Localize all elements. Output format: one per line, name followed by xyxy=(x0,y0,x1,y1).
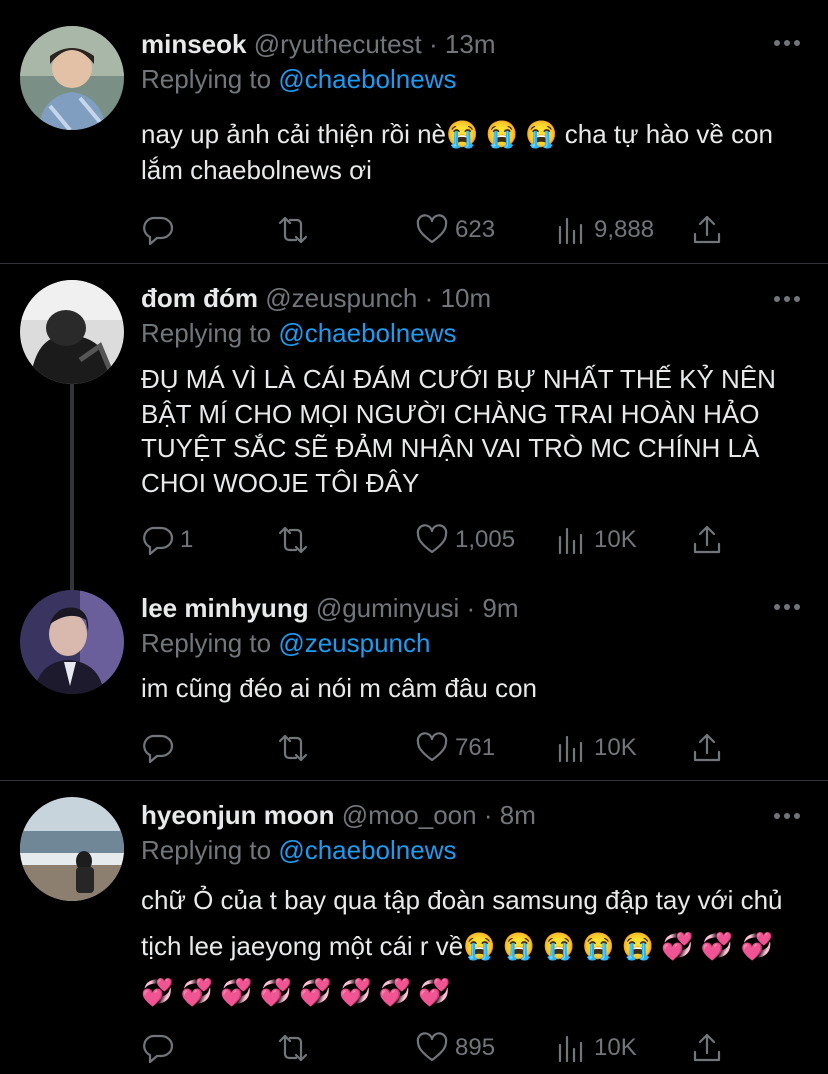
reply-button[interactable] xyxy=(140,1030,180,1066)
like-button[interactable]: 1,005 xyxy=(415,522,515,558)
reply-icon xyxy=(143,526,174,556)
user-handle[interactable]: @zeuspunch xyxy=(265,283,417,313)
avatar[interactable] xyxy=(20,797,124,901)
view-count: 10K xyxy=(594,1034,637,1061)
reply-button[interactable] xyxy=(140,730,180,766)
replying-label: Replying to xyxy=(141,835,272,865)
view-count: 9,888 xyxy=(594,216,655,243)
retweet-button[interactable] xyxy=(276,1030,310,1066)
views-button[interactable]: 10K xyxy=(554,522,637,558)
display-name[interactable]: đom đóm xyxy=(141,283,258,313)
avatar[interactable] xyxy=(20,590,124,694)
retweet-button[interactable] xyxy=(276,522,310,558)
avatar[interactable] xyxy=(20,280,124,384)
retweet-icon xyxy=(278,216,308,244)
views-icon xyxy=(558,527,583,555)
retweet-icon xyxy=(278,1034,308,1062)
like-button[interactable]: 895 xyxy=(415,1030,495,1066)
replying-to-link[interactable]: @chaebolnews xyxy=(278,318,456,348)
views-icon xyxy=(558,735,583,763)
like-button[interactable]: 761 xyxy=(415,730,495,766)
views-button[interactable]: 10K xyxy=(554,730,637,766)
like-button[interactable]: 623 xyxy=(415,212,495,248)
display-name[interactable]: lee minhyung xyxy=(141,593,309,623)
tweet-text: im cũng đéo ai nói m câm đâu con xyxy=(141,673,537,703)
like-icon xyxy=(416,1032,448,1062)
tweet-1[interactable]: minseok @ryuthecutest · 13m Replying to … xyxy=(0,0,828,262)
share-icon xyxy=(693,525,721,554)
reply-button[interactable] xyxy=(140,212,180,248)
action-bar: 761 10K xyxy=(0,730,828,766)
share-button[interactable] xyxy=(690,730,724,766)
share-icon xyxy=(693,1033,721,1062)
timestamp[interactable]: 13m xyxy=(445,29,496,59)
like-count: 1,005 xyxy=(455,526,516,553)
replying-to-link[interactable]: @chaebolnews xyxy=(278,835,456,865)
separator: · xyxy=(429,29,438,59)
tweet-3[interactable]: lee minhyung @guminyusi · 9m Replying to… xyxy=(0,584,828,780)
share-button[interactable] xyxy=(690,522,724,558)
tweet-text: ĐỤ MÁ VÌ LÀ CÁI ĐÁM CƯỚI BỰ NHẤT THẾ KỶ … xyxy=(141,364,776,498)
more-icon[interactable] xyxy=(774,40,800,48)
more-icon[interactable] xyxy=(774,604,800,612)
timestamp[interactable]: 8m xyxy=(500,800,536,830)
reply-icon xyxy=(143,216,174,246)
replying-to-link[interactable]: @zeuspunch xyxy=(278,628,430,658)
like-count: 623 xyxy=(455,216,496,243)
separator: · xyxy=(483,800,493,830)
views-icon xyxy=(558,217,583,245)
reply-button[interactable]: 1 xyxy=(140,522,193,558)
reply-icon xyxy=(143,1034,174,1064)
user-handle[interactable]: @guminyusi xyxy=(316,593,459,623)
like-count: 895 xyxy=(455,1034,496,1061)
action-bar: 895 10K xyxy=(0,1030,828,1066)
share-icon xyxy=(693,733,721,762)
like-icon xyxy=(416,732,448,762)
avatar[interactable] xyxy=(20,26,124,130)
separator: · xyxy=(466,593,476,623)
reply-count: 1 xyxy=(180,526,194,553)
timestamp[interactable]: 10m xyxy=(441,283,492,313)
display-name[interactable]: minseok xyxy=(141,29,247,59)
tweet-text: nay up ảnh cải thiện rồi nè😭 😭 😭 cha tự … xyxy=(141,119,773,185)
like-count: 761 xyxy=(455,734,496,761)
separator: · xyxy=(424,283,434,313)
share-button[interactable] xyxy=(690,1030,724,1066)
retweet-icon xyxy=(278,734,308,762)
tweet-2[interactable]: đom đóm @zeuspunch · 10m Replying to @ch… xyxy=(0,264,828,584)
more-icon[interactable] xyxy=(774,296,800,304)
action-bar: 623 9,888 xyxy=(0,212,828,248)
like-icon xyxy=(416,524,448,554)
user-handle[interactable]: @moo_oon xyxy=(342,800,477,830)
replying-label: Replying to xyxy=(141,628,272,658)
display-name[interactable]: hyeonjun moon xyxy=(141,800,335,830)
action-bar: 1 1,005 10K xyxy=(0,522,828,558)
more-icon[interactable] xyxy=(774,813,800,821)
view-count: 10K xyxy=(594,526,637,553)
user-handle[interactable]: @ryuthecutest xyxy=(254,29,422,59)
views-icon xyxy=(558,1035,583,1063)
reply-icon xyxy=(143,734,174,764)
like-icon xyxy=(416,214,448,244)
retweet-button[interactable] xyxy=(276,212,310,248)
tweet-4[interactable]: hyeonjun moon @moo_oon · 8m Replying to … xyxy=(0,781,828,1074)
views-button[interactable]: 10K xyxy=(554,1030,637,1066)
replying-to-link[interactable]: @chaebolnews xyxy=(278,64,456,94)
view-count: 10K xyxy=(594,734,637,761)
views-button[interactable]: 9,888 xyxy=(554,212,654,248)
retweet-button[interactable] xyxy=(276,730,310,766)
tweet-text: chữ Ỏ của t bay qua tập đoàn samsung đập… xyxy=(141,885,783,1007)
share-icon xyxy=(693,215,721,244)
timestamp[interactable]: 9m xyxy=(482,593,518,623)
replying-label: Replying to xyxy=(141,318,272,348)
retweet-icon xyxy=(278,526,308,554)
replying-label: Replying to xyxy=(141,64,272,94)
share-button[interactable] xyxy=(690,212,724,248)
